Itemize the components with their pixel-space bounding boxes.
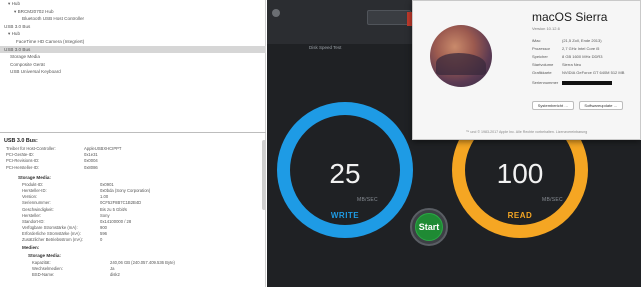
detail-scrollbar[interactable] [262, 140, 266, 210]
device-property-row-key: Zusätzlicher Betriebsstrom (mA): [22, 237, 83, 243]
detail-pane: USB 3.0 Bus: Treiber für Host-Controller… [0, 137, 262, 287]
os-name: macOS Sierra [532, 10, 607, 24]
about-this-mac-window: macOS Sierra Version 10.12.6 iMac (21,5 Z… [412, 0, 641, 140]
system-report-button[interactable]: Systembericht … [532, 101, 574, 110]
tree-item[interactable]: ▾ Hub [0, 0, 266, 8]
settings-button[interactable] [367, 10, 411, 25]
os-name-bold: Sierra [575, 10, 608, 24]
tree-item[interactable]: ▾ BRCM20702 Hub [0, 8, 266, 16]
media-title: Medien: [22, 244, 40, 250]
spec-value: Sierra Neu [562, 62, 582, 67]
bus-property-row-value: 0x8086 [84, 164, 98, 170]
start-button[interactable]: Start [415, 213, 443, 241]
tree-item[interactable]: Composite Gerät [0, 61, 266, 69]
sub-media-title: Storage Media: [28, 252, 61, 258]
spec-key: Speicher [532, 54, 548, 59]
device-tree[interactable]: ▾ Hub ▾ BRCM20702 Hub Bluetooth USB Host C… [0, 0, 266, 132]
macos-sierra-logo-icon [430, 25, 492, 87]
write-speed-unit: MB/SEC [357, 197, 378, 203]
device-property-row: Zusätzlicher Betriebsstrom (mA): 0 [22, 237, 262, 243]
read-speed-value: 100 [496, 158, 544, 189]
spec-row: Grafikkarte NVIDIA GeForce GT 640M 512 MB [532, 70, 624, 75]
copyright-footer: ™ und © 1983-2017 Apple Inc. Alle Rechte… [465, 130, 588, 134]
system-information-window: ▾ Hub ▾ BRCM20702 Hub Bluetooth USB Host C… [0, 0, 266, 287]
bus-property-row: PCI-Hersteller-ID: 0x8086 [6, 165, 262, 171]
settings-label: Disk Speed Test [309, 45, 342, 50]
spec-value: 2,7 GHz Intel Core i5 [562, 46, 600, 51]
spec-value: NVIDIA GeForce GT 640M 512 MB [562, 70, 625, 75]
media-property-row-key: BSD-Name: [32, 272, 55, 277]
media-property-row: BSD-Name: disk2 [32, 272, 262, 278]
spec-row: Prozessor 2,7 GHz Intel Core i5 [532, 46, 599, 51]
close-icon[interactable] [272, 9, 280, 17]
spec-key: Startvolume [532, 62, 554, 67]
spec-row: Startvolume Sierra Neu [532, 62, 581, 67]
spec-key: Grafikkarte [532, 70, 552, 75]
spec-value: 8 GB 1600 MHz DDR3 [562, 54, 603, 59]
device-property-row-value: 0 [100, 237, 103, 243]
spec-key: iMac [532, 38, 541, 43]
spec-row: Speicher 8 GB 1600 MHz DDR3 [532, 54, 602, 59]
pane-divider[interactable] [0, 132, 266, 133]
detail-title: USB 3.0 Bus: [4, 138, 38, 144]
tree-item[interactable]: ▾ Hub [0, 30, 266, 38]
spec-row: iMac (21,5 Zoll, Ende 2013) [532, 38, 602, 43]
spec-key: Seriennummer [532, 80, 559, 85]
tree-item[interactable]: USB Universal Keyboard [0, 68, 266, 76]
read-label: READ [507, 211, 533, 220]
media-property-row-value: disk2 [110, 272, 120, 277]
write-label: WRITE [330, 211, 360, 220]
write-speed-value: 25 [329, 158, 361, 189]
os-name-light: macOS [532, 10, 573, 24]
spec-value: (21,5 Zoll, Ende 2013) [562, 38, 602, 43]
spec-row: Seriennummer [532, 80, 612, 85]
tree-item[interactable]: Storage Media [0, 53, 266, 61]
start-button-label: Start [418, 222, 440, 232]
redacted-serial [562, 80, 612, 85]
bus-property-row-key: PCI-Hersteller-ID: [6, 164, 40, 170]
read-speed-unit: MB/SEC [542, 197, 563, 203]
os-version: Version 10.12.6 [532, 26, 560, 31]
tree-item[interactable]: USB 3.0 Bus [0, 23, 266, 31]
software-update-button[interactable]: Softwareupdate … [579, 101, 623, 110]
device-title: Storage Media: [18, 174, 51, 180]
tree-item[interactable]: Bluetooth USB Host Controller [0, 15, 266, 23]
write-dial: 25 MB/SEC WRITE [277, 102, 413, 238]
tree-item[interactable]: USB 3.0 Bus [0, 45, 266, 54]
tree-item[interactable]: FaceTime HD Camera (Integriert) [0, 38, 266, 46]
start-button-ring: Start [410, 208, 448, 246]
spec-key: Prozessor [532, 46, 551, 51]
